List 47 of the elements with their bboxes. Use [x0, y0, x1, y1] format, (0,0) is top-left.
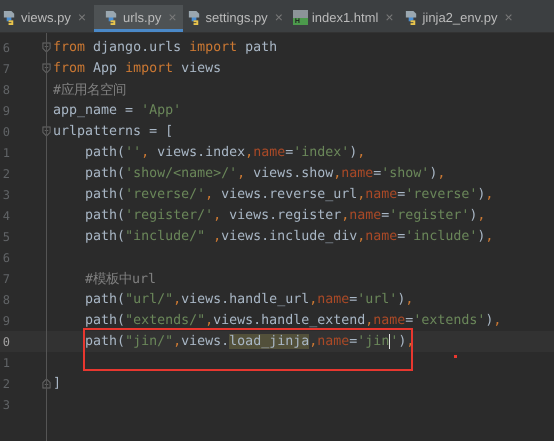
code-line: #应用名空间: [53, 82, 126, 98]
line-number: 0: [2, 334, 10, 348]
close-icon[interactable]: ×: [78, 9, 86, 25]
code-line: path("url/",views.handle_url,name='url'),: [84, 292, 414, 307]
line-number: 4: [2, 208, 10, 222]
close-icon[interactable]: ×: [504, 9, 513, 25]
python-file-icon: [186, 10, 202, 24]
line-number: 3: [2, 398, 10, 412]
file-tab[interactable]: views.py ×: [0, 5, 92, 32]
file-tab[interactable]: settings.py ×: [184, 5, 289, 32]
line-number: 7: [2, 272, 10, 286]
line-number: 1: [2, 356, 10, 370]
line-number: 7: [2, 62, 10, 76]
code-line: from django.urls import path: [53, 40, 278, 55]
line-number: 5: [2, 230, 10, 244]
line-number: 6: [2, 40, 10, 54]
python-file-icon: [2, 10, 17, 24]
close-icon[interactable]: ×: [274, 9, 283, 25]
line-number: 9: [2, 314, 10, 328]
fold-icon[interactable]: [42, 42, 51, 53]
code-line: path('show/<name>/', views.show,name='show'),: [84, 166, 446, 181]
file-tab[interactable]: jinja2_env.py ×: [402, 5, 519, 32]
close-icon[interactable]: ×: [385, 9, 394, 25]
line-number: 8: [2, 82, 10, 96]
code-line: path('register/', views.register,name='register'),: [84, 208, 486, 223]
code-line: app_name = 'App': [53, 103, 182, 118]
code-line: #模板中url: [84, 270, 156, 288]
line-number: 8: [2, 292, 10, 306]
line-number: 1: [2, 146, 10, 160]
line-number: 9: [2, 104, 10, 118]
line-number: 3: [2, 188, 10, 202]
file-tab[interactable]: urls.py ×: [94, 5, 183, 32]
code-line: path("include/" ,views.include_div,name='include'),: [84, 229, 494, 244]
fold-icon[interactable]: [42, 378, 51, 389]
python-file-icon: [404, 10, 419, 24]
line-number: 2: [2, 166, 10, 180]
code-line: ]: [53, 376, 62, 391]
line-number: 6: [2, 250, 10, 264]
code-line: urlpatterns = [: [53, 124, 174, 139]
fold-icon[interactable]: [42, 126, 51, 137]
line-number: 2: [2, 376, 10, 390]
code-line: path("extends/",views.handle_extend,name='extends'),: [84, 313, 502, 328]
line-number: 0: [2, 124, 10, 138]
code-line: path('reverse/', views.reverse_url,name='reverse'),: [84, 187, 494, 202]
code-line: from App import views: [53, 61, 222, 76]
code-line: path('', views.index,name='index'),: [84, 145, 366, 160]
fold-icon[interactable]: [42, 63, 51, 74]
